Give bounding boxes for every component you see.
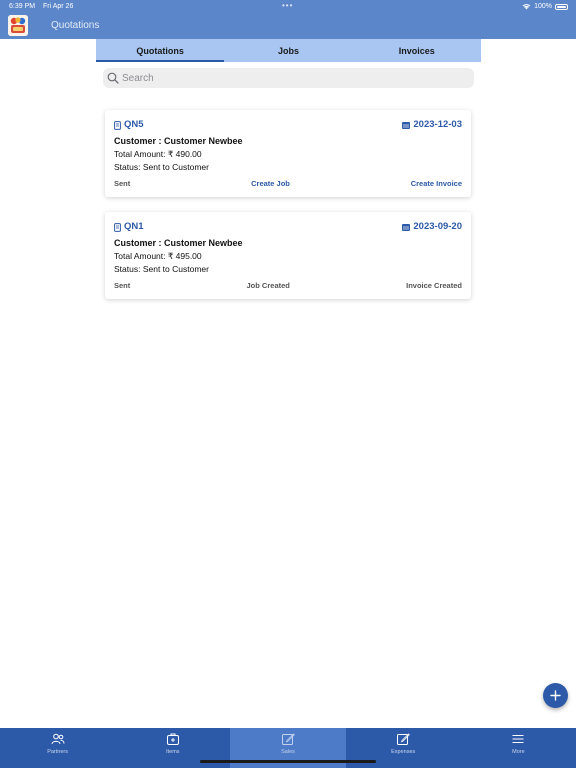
nav-partners[interactable]: Partners xyxy=(0,728,115,768)
nav-sales-label: Sales xyxy=(281,749,295,755)
battery-percent: 100% xyxy=(534,3,552,10)
battery-icon xyxy=(555,3,568,10)
quotation-customer: Customer : Customer Newbee xyxy=(114,238,243,248)
create-invoice-button[interactable]: Create Invoice xyxy=(411,179,462,188)
add-quotation-button[interactable] xyxy=(543,683,568,708)
app-logo xyxy=(8,15,28,36)
job-created-label: Job Created xyxy=(246,281,290,290)
items-icon xyxy=(166,733,179,745)
nav-items-label: Items xyxy=(166,749,180,755)
tab-jobs[interactable]: Jobs xyxy=(224,39,352,62)
quotation-id-text: QN1 xyxy=(124,221,144,232)
status-time: 6:39 PM xyxy=(9,3,36,10)
plus-icon xyxy=(550,690,561,701)
quotation-id-text: QN5 xyxy=(124,119,144,130)
menu-icon xyxy=(512,735,524,743)
quotation-status: Status: Sent to Customer xyxy=(114,162,209,172)
nav-more-label: More xyxy=(512,749,525,755)
search-icon xyxy=(107,72,119,84)
quotation-date: 2023-09-20 xyxy=(402,222,462,232)
sent-label: Sent xyxy=(114,179,131,188)
quotation-date-text: 2023-09-20 xyxy=(413,221,462,232)
search-bar xyxy=(103,68,474,88)
nav-partners-label: Partners xyxy=(47,749,68,755)
quotation-actions: Sent Create Job Create Invoice xyxy=(114,179,462,188)
nav-more[interactable]: More xyxy=(461,728,576,768)
tab-quotations[interactable]: Quotations xyxy=(96,39,225,62)
calendar-icon xyxy=(402,122,411,129)
quotation-customer: Customer : Customer Newbee xyxy=(114,136,243,146)
search-input[interactable] xyxy=(122,72,462,84)
document-icon xyxy=(114,120,121,130)
sent-label: Sent xyxy=(114,281,131,290)
expenses-icon xyxy=(397,733,411,745)
nav-expenses-label: Expenses xyxy=(391,749,416,755)
status-right: 100% xyxy=(522,3,568,10)
quotation-date-text: 2023-12-03 xyxy=(413,119,462,130)
status-date: Fri Apr 26 xyxy=(43,3,74,10)
quotation-id[interactable]: QN5 xyxy=(114,120,144,130)
quotation-amount: Total Amount: ₹ 490.00 xyxy=(114,149,202,159)
calendar-icon xyxy=(402,224,411,231)
wifi-icon xyxy=(522,4,531,10)
quotation-date: 2023-12-03 xyxy=(402,120,462,130)
create-job-button[interactable]: Create Job xyxy=(251,179,290,188)
quotation-card[interactable]: QN5 2023-12-03 Customer : Customer Newbe… xyxy=(105,110,471,197)
document-icon xyxy=(114,222,121,232)
quotation-id[interactable]: QN1 xyxy=(114,222,144,232)
sales-icon xyxy=(282,733,295,745)
page-title: Quotations xyxy=(51,20,100,31)
quotation-status: Status: Sent to Customer xyxy=(114,264,209,274)
multitasking-dots-icon[interactable]: ••• xyxy=(282,1,293,10)
home-indicator xyxy=(200,760,376,763)
segment-tabs: Quotations Jobs Invoices xyxy=(96,39,481,62)
quotation-actions: Sent Job Created Invoice Created xyxy=(114,281,462,290)
partners-icon xyxy=(51,733,65,745)
tab-invoices[interactable]: Invoices xyxy=(353,39,481,62)
app-header: 6:39 PM Fri Apr 26 ••• 100% Quotations xyxy=(0,0,576,39)
quotation-amount: Total Amount: ₹ 495.00 xyxy=(114,251,202,261)
quotation-card[interactable]: QN1 2023-09-20 Customer : Customer Newbe… xyxy=(105,212,471,299)
invoice-created-label: Invoice Created xyxy=(406,281,462,290)
